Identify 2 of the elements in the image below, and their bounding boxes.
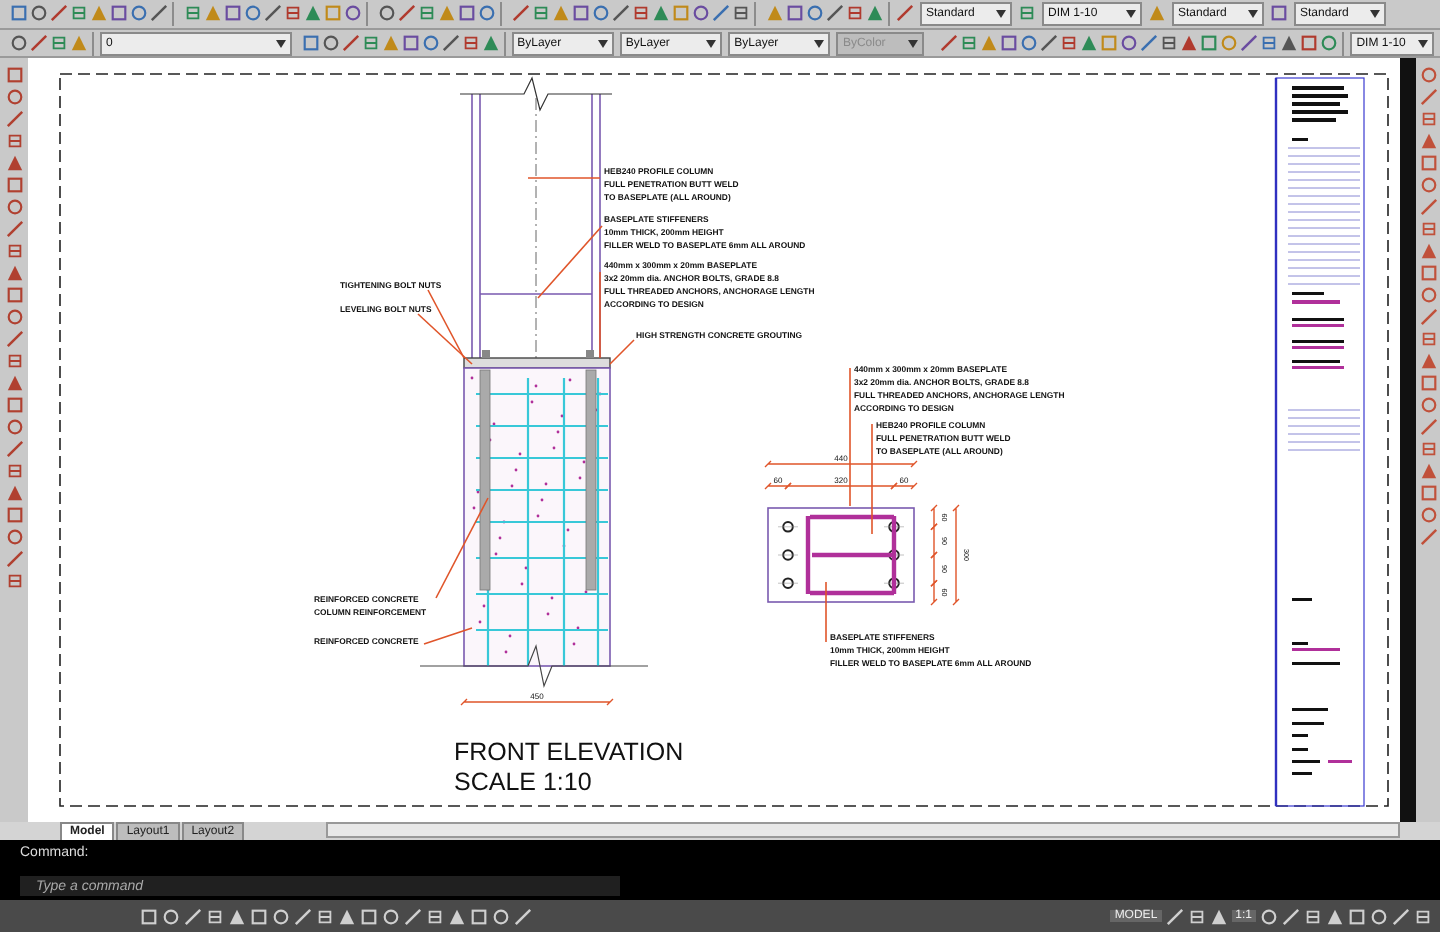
view-scale: SCALE 1:10 — [454, 768, 592, 797]
view-title: FRONT ELEVATION — [454, 738, 684, 767]
